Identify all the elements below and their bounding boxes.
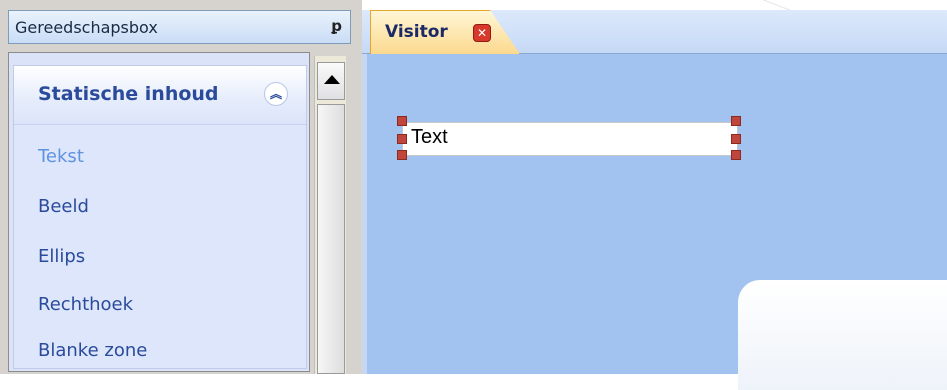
tool-item-rechthoek[interactable]: Rechthoek [38, 294, 133, 315]
scroll-thumb[interactable] [317, 104, 345, 374]
resize-handle-middle-left[interactable] [397, 134, 407, 144]
resize-handle-bottom-left[interactable] [397, 150, 407, 160]
canvas-edge [362, 54, 367, 374]
resize-handle-bottom-right[interactable] [731, 150, 741, 160]
group-title: Statische inhoud [38, 83, 219, 105]
toolbox-title: Gereedschapsbox [15, 18, 158, 37]
tab-visitor[interactable]: Visitor ✕ [370, 10, 520, 54]
tool-item-blanke-zone[interactable]: Blanke zone [38, 340, 147, 361]
text-element[interactable]: Text [402, 122, 738, 156]
group-static-content: Statische inhoud ︽ Tekst Beeld Ellips Re… [13, 65, 307, 369]
toolbox-header: Gereedschapsbox ꝑ [8, 10, 351, 44]
resize-handle-top-left[interactable] [397, 116, 407, 126]
text-element-label: Text [411, 126, 448, 148]
arrow-up-icon [324, 75, 340, 84]
toolbox-panel: Gereedschapsbox ꝑ Statische inhoud ︽ Tek… [0, 0, 362, 374]
group-header[interactable]: Statische inhoud ︽ [14, 66, 306, 125]
scroll-up-button[interactable] [317, 62, 345, 100]
tool-item-beeld[interactable]: Beeld [38, 196, 89, 217]
tab-label: Visitor [385, 22, 448, 42]
toolbox-body: Statische inhoud ︽ Tekst Beeld Ellips Re… [8, 52, 310, 372]
tab-strip: Visitor ✕ [362, 10, 947, 54]
close-icon[interactable]: ✕ [473, 24, 491, 42]
tool-item-tekst[interactable]: Tekst [38, 146, 84, 167]
resize-handle-top-right[interactable] [731, 116, 741, 126]
tool-item-ellips[interactable]: Ellips [38, 246, 85, 267]
chevron-double-up-icon[interactable]: ︽ [264, 82, 288, 106]
toolbox-scrollbar[interactable] [314, 56, 346, 374]
pin-icon[interactable]: ꝑ [331, 17, 342, 35]
resize-handle-middle-right[interactable] [731, 134, 741, 144]
